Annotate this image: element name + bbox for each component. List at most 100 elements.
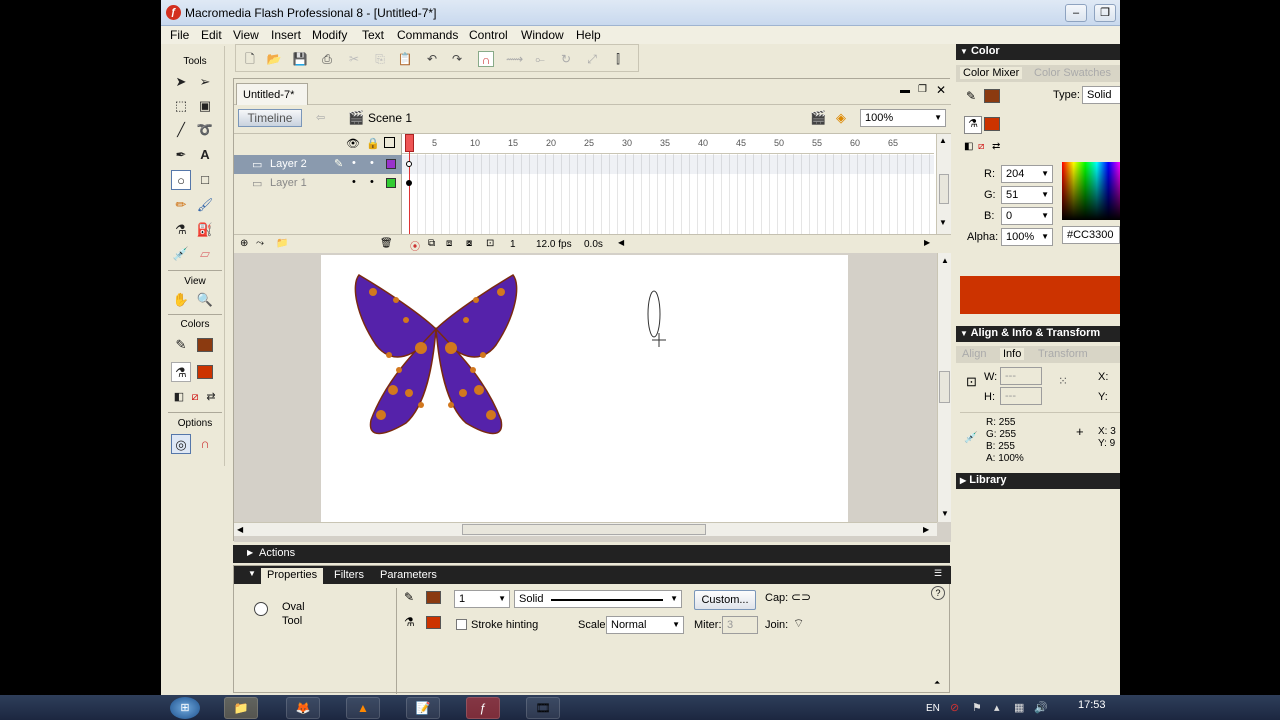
empty-keyframe[interactable] <box>406 161 412 167</box>
timeline-ruler[interactable]: 1 5 10 15 20 25 30 35 40 45 50 55 60 65 <box>402 134 934 154</box>
stage-canvas[interactable] <box>321 255 848 522</box>
tab-color-swatches[interactable]: Color Swatches <box>1034 67 1111 79</box>
rectangle-tool-icon[interactable]: □ <box>195 170 215 190</box>
zoom-select[interactable]: 100% ▼ <box>860 109 946 127</box>
fill-type-select[interactable]: Solid <box>1082 86 1120 104</box>
scroll-down-icon[interactable]: ▼ <box>941 509 949 518</box>
stroke-style-select[interactable]: Solid ▼ <box>514 590 682 608</box>
scroll-thumb[interactable] <box>939 174 949 204</box>
outline-icon[interactable] <box>384 137 395 148</box>
stroke-color-swatch[interactable] <box>197 338 213 352</box>
flash-taskbar-icon[interactable]: ƒ <box>466 697 500 719</box>
tray-icon[interactable]: ▴ <box>994 701 1000 714</box>
stroke-height-input[interactable]: 1 ▼ <box>454 590 510 608</box>
paint-bucket-tool-icon[interactable]: ⛽ <box>195 220 215 240</box>
straighten-icon[interactable]: ⟜ <box>532 51 548 67</box>
stage-hscroll[interactable]: ◀ ▶ <box>234 522 937 536</box>
lasso-tool-icon[interactable]: ➰ <box>195 120 215 140</box>
tab-transform[interactable]: Transform <box>1038 348 1088 360</box>
open-file-icon[interactable]: 📂 <box>266 51 282 67</box>
miter-input[interactable]: 3 <box>722 616 758 634</box>
panel-options-icon[interactable]: ☰ <box>934 568 942 579</box>
back-arrow-icon[interactable]: ⇦ <box>316 111 325 124</box>
object-drawing-icon[interactable]: ◎ <box>171 434 191 454</box>
fill-color-swatch[interactable] <box>197 365 213 379</box>
app-taskbar-icon[interactable]: 🎞 <box>526 697 560 719</box>
tab-color-mixer[interactable]: Color Mixer <box>960 67 1023 79</box>
scroll-down-icon[interactable]: ▼ <box>939 218 947 227</box>
copy-icon[interactable]: ⎘ <box>372 51 388 67</box>
eye-dot-icon[interactable]: • <box>352 176 356 188</box>
tab-properties[interactable]: Properties <box>261 568 324 584</box>
menu-view[interactable]: View <box>233 28 259 42</box>
hand-tool-icon[interactable]: ✋ <box>171 290 191 310</box>
mixer-stroke-swatch[interactable] <box>984 89 1000 103</box>
scale-select[interactable]: Normal ▼ <box>606 616 684 634</box>
new-file-icon[interactable]: 🗋 <box>242 51 258 67</box>
document-tab[interactable]: Untitled-7* <box>236 83 308 105</box>
layer-outline-color[interactable] <box>386 178 396 188</box>
smooth-icon[interactable]: ⟿ <box>506 51 523 67</box>
tab-parameters[interactable]: Parameters <box>374 568 443 584</box>
zoom-tool-icon[interactable]: 🔍 <box>195 290 215 310</box>
tray-icon[interactable]: ⊘ <box>950 701 959 714</box>
tray-icon[interactable]: ⚑ <box>972 701 982 714</box>
add-guide-layer-icon[interactable]: ⤳ <box>256 238 264 249</box>
eyedropper-tool-icon[interactable]: 💉 <box>171 244 191 264</box>
line-tool-icon[interactable]: ╱ <box>171 120 191 140</box>
center-frame-icon[interactable]: ⦿ <box>410 238 420 253</box>
collapse-arrow-icon[interactable]: ▼ <box>960 47 968 56</box>
doc-restore-icon[interactable]: ❐ <box>918 84 927 95</box>
ink-bottle-tool-icon[interactable]: ⚗ <box>171 220 191 240</box>
tab-filters[interactable]: Filters <box>328 568 370 584</box>
notepad-taskbar-icon[interactable]: 📝 <box>406 697 440 719</box>
doc-minimize-icon[interactable]: ▬ <box>900 85 910 96</box>
insert-folder-icon[interactable]: 📁 <box>276 238 288 249</box>
menu-control[interactable]: Control <box>469 28 508 42</box>
custom-stroke-button[interactable]: Custom... <box>694 590 756 610</box>
expand-arrow-icon[interactable]: ▶ <box>247 548 253 557</box>
print-icon[interactable]: ⎙ <box>319 51 335 67</box>
alpha-input[interactable]: 100% ▼ <box>1001 228 1053 246</box>
swap-colors-icon[interactable]: ⇄ <box>201 387 221 407</box>
menu-text[interactable]: Text <box>362 28 384 42</box>
edit-symbols-icon[interactable]: ◈ <box>836 110 846 126</box>
explorer-taskbar-icon[interactable]: 📁 <box>224 697 258 719</box>
undo-icon[interactable]: ↶ <box>424 51 440 67</box>
scroll-right-icon[interactable]: ▶ <box>924 238 930 247</box>
brush-tool-icon[interactable]: 🖌 <box>195 195 215 215</box>
doc-close-icon[interactable]: ✕ <box>936 83 946 97</box>
scroll-right-icon[interactable]: ▶ <box>923 525 929 534</box>
b-input[interactable]: 0 ▼ <box>1001 207 1053 225</box>
rotate-skew-icon[interactable]: ↻ <box>558 51 574 67</box>
info-panel-header[interactable]: ▼ Align & Info & Transform <box>956 326 1120 342</box>
help-icon[interactable]: ? <box>931 586 945 600</box>
cap-select-icon[interactable]: ⊂⊃ <box>791 590 811 604</box>
r-input[interactable]: 204 ▼ <box>1001 165 1053 183</box>
cut-icon[interactable]: ✂ <box>346 51 362 67</box>
stage-vscroll[interactable]: ▲ ▼ <box>937 253 951 522</box>
w-input[interactable]: --- <box>1000 367 1042 385</box>
menu-modify[interactable]: Modify <box>312 28 347 42</box>
collapse-arrow-icon[interactable]: ▼ <box>960 329 968 338</box>
show-hide-eye-icon[interactable]: 👁 <box>346 137 360 150</box>
layer-row[interactable]: ▭ Layer 1 • • <box>234 174 402 193</box>
collapse-arrow-icon[interactable]: ▼ <box>248 569 256 578</box>
stage-hscroll-thumb[interactable] <box>462 524 706 535</box>
stroke-color-swatch[interactable] <box>426 591 441 604</box>
h-input[interactable]: --- <box>1000 387 1042 405</box>
edit-scene-icon[interactable]: 🎬 <box>810 110 826 126</box>
registration-icon[interactable]: ⊡ <box>966 374 977 390</box>
playhead-handle[interactable] <box>405 134 414 152</box>
snap-to-objects-icon[interactable]: ∩ <box>195 434 215 454</box>
stage-area[interactable]: ▲ ▼ ◀ ▶ <box>234 253 951 542</box>
color-panel-header[interactable]: ▼ Color <box>956 44 1120 60</box>
tab-align[interactable]: Align <box>962 348 986 360</box>
pen-tool-icon[interactable]: ✒ <box>171 145 191 165</box>
frame-rate[interactable]: 12.0 fps <box>536 239 572 250</box>
align-icon[interactable]: ⫿ <box>610 51 626 67</box>
start-button-icon[interactable]: ⊞ <box>170 697 200 719</box>
menu-window[interactable]: Window <box>521 28 564 42</box>
menu-edit[interactable]: Edit <box>201 28 222 42</box>
actions-panel-header[interactable]: ▶ Actions <box>233 545 950 563</box>
